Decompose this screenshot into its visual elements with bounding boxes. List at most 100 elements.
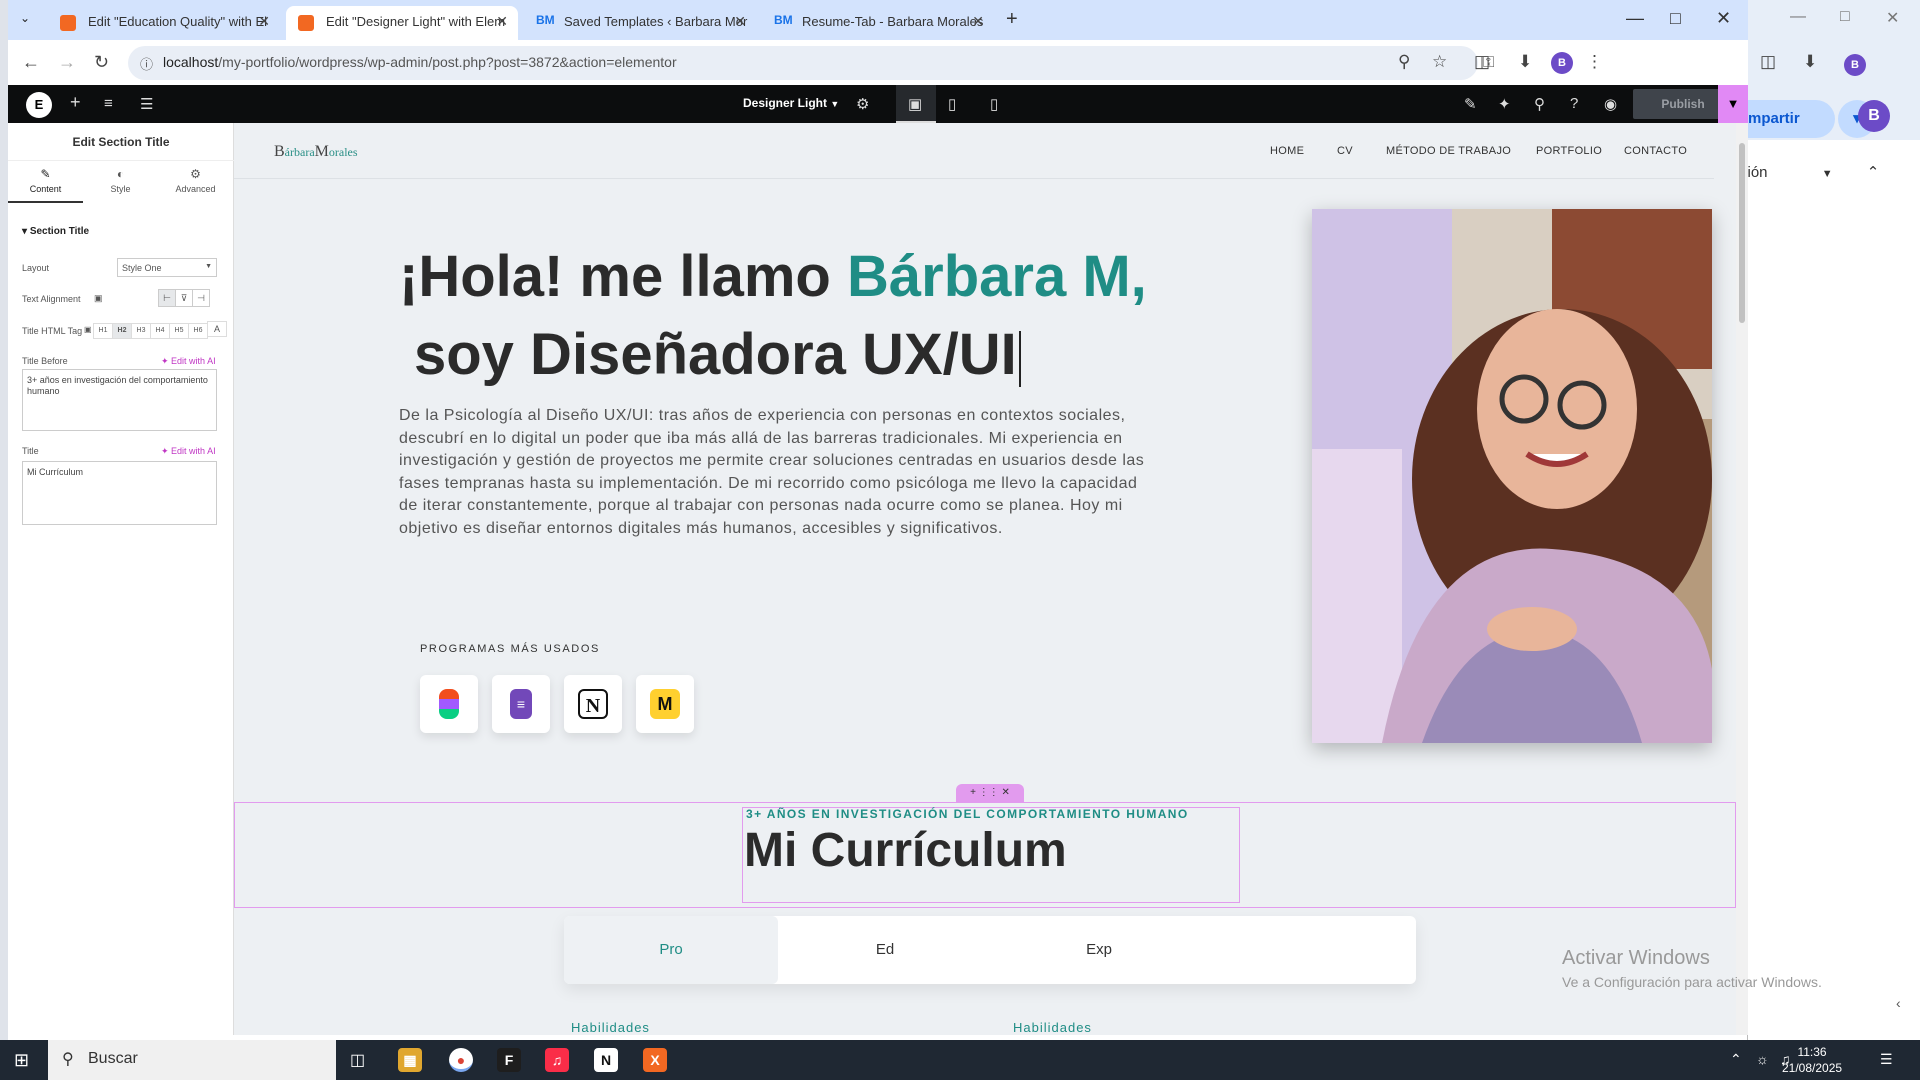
new-tab-icon[interactable]: + [1006,8,1018,31]
profile-avatar-bg[interactable]: B [1844,54,1866,76]
tab-saved-templates[interactable]: BM Saved Templates ‹ Barbara Mor ✕ [524,6,756,40]
close-tab-icon[interactable]: ✕ [972,13,984,30]
align-right-icon[interactable]: ⊣ [192,289,210,307]
close-tab-icon[interactable]: ✕ [496,13,508,30]
xampp-icon[interactable]: X [643,1048,667,1072]
task-view-icon[interactable]: ◫ [350,1050,365,1070]
minimize-icon[interactable]: — [1626,8,1644,29]
site-info-icon[interactable]: ⓘ [140,54,153,73]
site-logo[interactable]: BárbaraMorales [274,143,358,161]
tab-content[interactable]: ✎ Content [8,161,83,203]
section-handle[interactable]: + ⋮⋮ ✕ [956,784,1024,802]
music-icon[interactable]: ♫ [545,1048,569,1072]
section-title[interactable]: Mi Currículum [744,823,1067,878]
tag-h5[interactable]: H5 [169,323,189,339]
align-center-icon[interactable]: ⊽ [175,289,193,307]
extensions-icon[interactable]: ◫ [1760,52,1776,72]
back-icon[interactable]: ← [22,52,40,73]
tab-pro[interactable]: Pro [564,916,778,984]
windows-start-icon[interactable]: ⊞ [14,1050,29,1071]
add-element-icon[interactable]: + [70,92,81,113]
zoom-icon[interactable]: ⚲ [1398,52,1410,72]
clock[interactable]: 11:36 21/08/2025 [1782,1044,1842,1076]
desktop-view-button[interactable]: ▣ [896,85,936,123]
publish-dropdown-icon[interactable]: ▼ [1718,85,1748,123]
caret-down-icon[interactable]: ▼ [1822,168,1833,180]
tab-ed[interactable]: Ed [778,916,992,984]
taskbar-search[interactable]: ⚲ Buscar [48,1040,336,1080]
edit-with-ai-button[interactable]: ✦ Edit with AI [161,356,216,367]
profile-avatar[interactable]: B [1551,52,1573,74]
edit-with-ai-button[interactable]: ✦ Edit with AI [161,446,216,457]
canvas-scrollbar[interactable] [1736,123,1748,1035]
tab-resume[interactable]: BM Resume-Tab - Barbara Morales ✕ [762,6,994,40]
download-icon[interactable]: ⬇ [1803,52,1817,72]
hero-heading-line1[interactable]: ¡Hola! me llamo Bárbara M, [399,243,1147,310]
kebab-menu-icon[interactable]: ⋮ [1586,52,1603,72]
tab-education-quality[interactable]: Edit "Education Quality" with El ✕ [48,6,280,40]
maximize-icon[interactable]: □ [1670,8,1681,29]
nav-contacto[interactable]: CONTACTO [1624,145,1687,157]
maximize-icon[interactable]: □ [1840,8,1850,26]
html-tag-control[interactable]: H1 H2 H3 H4 H5 H6 A [93,321,227,339]
tab-exp[interactable]: Exp [992,916,1206,984]
tablet-icon[interactable]: ▯ [948,95,956,113]
tag-h6[interactable]: H6 [188,323,208,339]
mobile-icon[interactable]: ▯ [990,95,998,113]
close-icon[interactable]: ✕ [1886,8,1899,28]
section-toggle[interactable]: ▾ Section Title [22,226,89,237]
tab-search-icon[interactable]: ⌄ [20,11,30,25]
chrome-icon[interactable]: ● [449,1048,473,1072]
reload-icon[interactable]: ↻ [94,52,109,73]
notifications-icon[interactable]: ☰ [1880,1051,1893,1068]
nav-cv[interactable]: CV [1337,145,1353,157]
tag-h3[interactable]: H3 [131,323,151,339]
help-icon[interactable]: ? [1570,95,1578,112]
close-tab-icon[interactable]: ✕ [258,13,270,30]
title-textarea[interactable]: Mi Currículum [22,461,217,525]
scrollbar-thumb[interactable] [1739,143,1745,323]
tray-chevron-up-icon[interactable]: ⌃ [1730,1051,1742,1068]
tag-a[interactable]: A [207,321,227,337]
title-before-textarea[interactable]: 3+ años en investigación del comportamie… [22,369,217,431]
share-button[interactable]: mpartir ▾ [1740,100,1876,138]
notion-icon[interactable]: N [594,1048,618,1072]
tag-h1[interactable]: H1 [93,323,113,339]
search-icon[interactable]: ⚲ [1534,95,1545,113]
align-left-icon[interactable]: ⊢ [158,289,176,307]
nav-portfolio[interactable]: PORTFOLIO [1536,145,1602,157]
close-tab-icon[interactable]: ✕ [734,13,746,30]
preview-eye-icon[interactable]: ◉ [1604,95,1617,113]
responsive-desktop-icon[interactable]: ▣ [84,325,92,334]
nav-home[interactable]: HOME [1270,145,1304,157]
forward-icon[interactable]: → [58,52,76,73]
chevron-up-icon[interactable]: ⌃ [1867,164,1880,181]
elementor-logo-icon[interactable]: E [26,92,52,118]
hero-paragraph[interactable]: De la Psicología al Diseño UX/UI: tras a… [399,405,1159,540]
settings-sliders-icon[interactable]: ≡ [104,95,113,112]
chevron-left-icon[interactable]: ‹ [1896,995,1901,1011]
bookmark-star-icon[interactable]: ☆ [1432,52,1447,72]
tag-h4[interactable]: H4 [150,323,170,339]
user-avatar[interactable]: B [1858,100,1890,132]
figma-icon[interactable]: F [497,1048,521,1072]
network-icon[interactable]: ☼ [1756,1051,1769,1067]
alignment-control[interactable]: ⊢ ⊽ ⊣ [158,289,210,307]
nav-metodo[interactable]: MÉTODO DE TRABAJO [1386,145,1511,157]
hero-heading-line2[interactable]: soy Diseñadora UX/UI [414,321,1021,388]
tag-h2[interactable]: H2 [112,323,132,339]
pen-icon[interactable]: ✎ [1464,95,1477,113]
tab-designer-light[interactable]: Edit "Designer Light" with Elem ✕ [286,6,518,40]
minimize-icon[interactable]: — [1790,8,1806,26]
notifications-icon[interactable]: ✦ [1498,95,1511,113]
section-title-before[interactable]: 3+ AÑOS EN INVESTIGACIÓN DEL COMPORTAMIE… [746,807,1189,821]
download-icon[interactable]: ⬇ [1518,52,1532,72]
tab-advanced[interactable]: ⚙ Advanced [158,161,233,203]
file-explorer-icon[interactable]: ▦ [398,1048,422,1072]
page-settings-gear-icon[interactable]: ⚙ [856,95,869,113]
url-field[interactable]: ⓘ localhost/my-portfolio/wordpress/wp-ad… [128,46,1494,80]
layers-icon[interactable]: ☰ [140,95,153,113]
template-selector[interactable]: Designer Light ▼ [743,96,839,110]
close-window-icon[interactable]: ✕ [1716,8,1731,29]
layout-select[interactable]: Style One ▼ [117,258,217,277]
